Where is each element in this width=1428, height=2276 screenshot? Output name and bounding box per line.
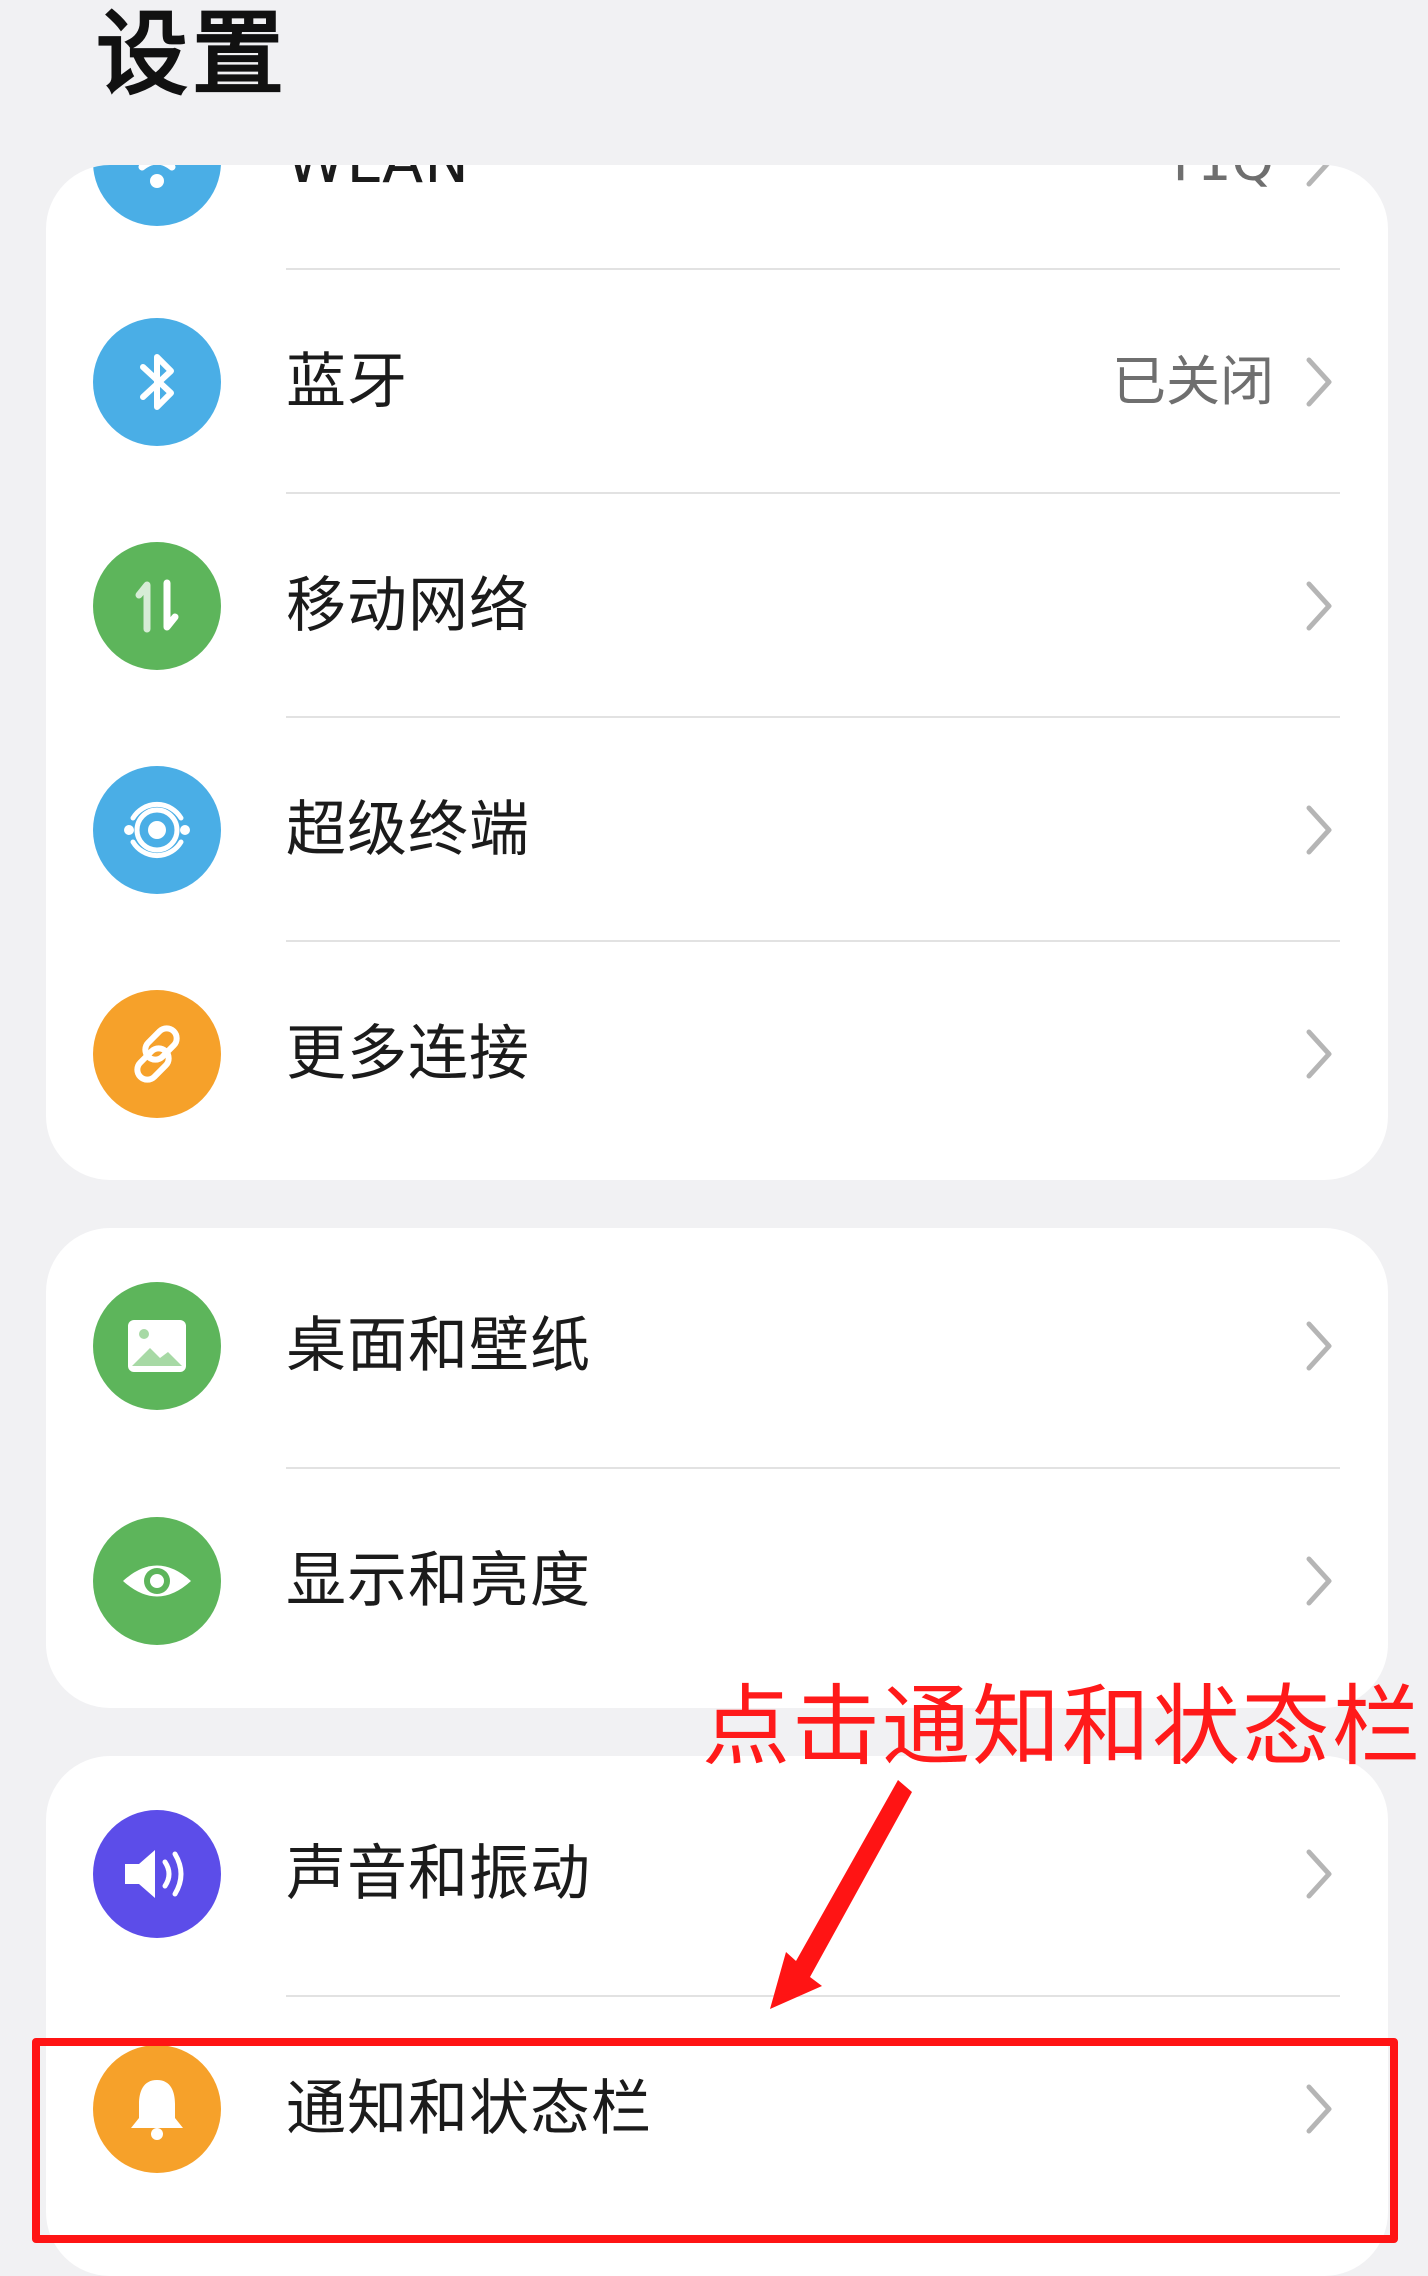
mobile-data-icon <box>93 542 221 670</box>
chevron-right-icon <box>1294 1234 1344 1458</box>
settings-item-wlan[interactable]: WLAN T1Q <box>46 165 1388 274</box>
settings-group-display: 桌面和壁纸 显示和亮度 <box>46 1228 1388 1708</box>
settings-item-display-brightness[interactable]: 显示和亮度 <box>46 1469 1388 1693</box>
settings-item-more-connections[interactable]: 更多连接 <box>46 942 1388 1166</box>
annotation-highlight-box <box>32 2038 1398 2243</box>
chevron-right-icon <box>1294 718 1344 942</box>
speaker-icon <box>93 1810 221 1938</box>
settings-item-sound-vibration[interactable]: 声音和振动 <box>46 1762 1388 1986</box>
settings-item-label: 超级终端 <box>286 795 530 865</box>
page-title: 设置 <box>96 1 289 108</box>
link-icon <box>93 990 221 1118</box>
wifi-icon <box>93 165 221 226</box>
eye-icon <box>93 1517 221 1645</box>
settings-group-connectivity: WLAN T1Q 蓝牙 已关闭 移动网络 超级终端 <box>46 165 1388 1180</box>
image-icon <box>93 1282 221 1410</box>
chevron-right-icon <box>1294 494 1344 718</box>
super-device-icon <box>93 766 221 894</box>
chevron-right-icon <box>1294 1762 1344 1986</box>
settings-item-label: 声音和振动 <box>286 1839 591 1909</box>
bluetooth-icon <box>93 318 221 446</box>
chevron-right-icon <box>1294 1469 1344 1693</box>
settings-item-label: 显示和亮度 <box>286 1546 591 1616</box>
settings-item-value: T1Q <box>1164 165 1274 274</box>
settings-item-label: 移动网络 <box>286 571 530 641</box>
settings-item-bluetooth[interactable]: 蓝牙 已关闭 <box>46 270 1388 494</box>
settings-item-label: 更多连接 <box>286 1019 530 1089</box>
chevron-right-icon <box>1294 165 1344 274</box>
chevron-right-icon <box>1294 270 1344 494</box>
annotation-text: 点击通知和状态栏 <box>702 1675 1423 1778</box>
settings-item-home-wallpaper[interactable]: 桌面和壁纸 <box>46 1234 1388 1458</box>
settings-item-label: WLAN <box>286 165 470 274</box>
chevron-right-icon <box>1294 942 1344 1166</box>
settings-item-super-device[interactable]: 超级终端 <box>46 718 1388 942</box>
settings-item-label: 蓝牙 <box>286 347 408 417</box>
settings-item-value: 已关闭 <box>1112 350 1274 413</box>
settings-item-label: 桌面和壁纸 <box>286 1311 591 1381</box>
settings-item-mobile-network[interactable]: 移动网络 <box>46 494 1388 718</box>
